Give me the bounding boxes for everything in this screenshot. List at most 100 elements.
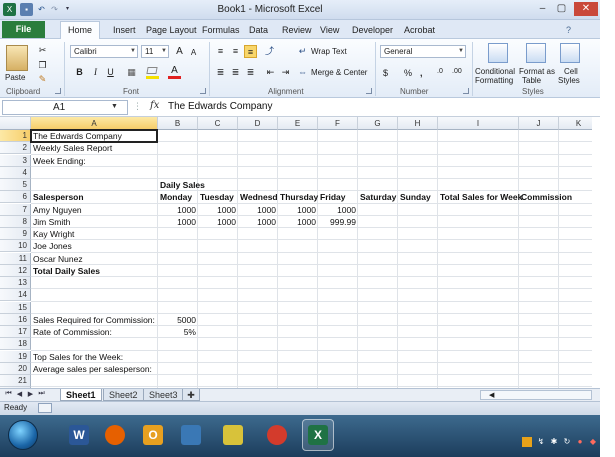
cell-e8[interactable]: 1000 xyxy=(278,216,318,228)
cell-d6[interactable]: Wednesd xyxy=(238,191,280,203)
conditional-formatting-icon[interactable] xyxy=(488,43,508,63)
start-button[interactable] xyxy=(8,420,38,450)
tab-page-layout[interactable]: Page Layout xyxy=(146,23,197,39)
paste-button[interactable]: Paste xyxy=(5,73,25,82)
decrease-indent-icon[interactable]: ⇤ xyxy=(264,66,277,79)
cell-g6[interactable]: Saturday xyxy=(358,191,398,203)
fill-color-icon[interactable] xyxy=(146,66,159,79)
format-as-table-line1[interactable]: Format as xyxy=(519,67,555,76)
cell-b7[interactable]: 1000 xyxy=(158,204,198,216)
cut-icon[interactable]: ✂ xyxy=(36,44,49,57)
tab-review[interactable]: Review xyxy=(282,23,312,39)
row-header-10[interactable]: 10 xyxy=(0,240,31,253)
cell-b6[interactable]: Monday xyxy=(158,191,194,203)
format-painter-icon[interactable]: ✎ xyxy=(36,73,49,86)
font-name-select[interactable]: Calibri ▼ xyxy=(70,45,138,58)
column-header-g[interactable]: G xyxy=(358,117,398,130)
font-size-select[interactable]: 11 ▼ xyxy=(141,45,169,58)
close-button[interactable]: ✕ xyxy=(574,2,598,16)
tab-data[interactable]: Data xyxy=(249,23,268,39)
minimize-button[interactable]: – xyxy=(534,2,551,16)
row-header-11[interactable]: 11 xyxy=(0,252,31,265)
wrap-text-icon[interactable]: ↵ xyxy=(296,45,309,58)
cell-f6[interactable]: Friday xyxy=(318,191,348,203)
help-icon[interactable]: ? xyxy=(566,23,571,39)
grow-font-button[interactable]: A xyxy=(173,45,186,58)
column-header-c[interactable]: C xyxy=(198,117,238,130)
row-header-5[interactable]: 5 xyxy=(0,179,31,191)
row-header-8[interactable]: 8 xyxy=(0,215,31,228)
paste-clipboard-icon[interactable] xyxy=(6,45,28,71)
cell-a12[interactable]: Total Daily Sales xyxy=(31,265,102,277)
column-header-k[interactable]: K xyxy=(559,117,592,130)
row-header-18[interactable]: 18 xyxy=(0,338,31,351)
tab-view[interactable]: View xyxy=(320,23,339,39)
taskbar-word-icon[interactable]: W xyxy=(63,419,95,451)
bold-button[interactable]: B xyxy=(73,66,86,79)
align-left-icon[interactable]: ≣ xyxy=(214,66,227,79)
tab-file[interactable]: File xyxy=(2,21,45,38)
conditional-formatting-line1[interactable]: Conditional xyxy=(475,67,515,76)
security-icon[interactable]: ● xyxy=(575,437,585,447)
number-format-select[interactable]: General ▼ xyxy=(380,45,466,58)
row-header-19[interactable]: 19 xyxy=(0,350,31,363)
row-header-7[interactable]: 7 xyxy=(0,203,31,216)
cell-j6[interactable]: Commission xyxy=(519,191,574,203)
row-header-14[interactable]: 14 xyxy=(0,289,31,302)
scroll-left-icon[interactable]: ◀ xyxy=(489,391,494,399)
italic-button[interactable]: I xyxy=(89,66,102,79)
cell-styles-icon[interactable] xyxy=(560,43,580,63)
borders-icon[interactable]: ▦ xyxy=(125,66,138,79)
merge-center-icon[interactable]: ⇔ xyxy=(296,66,309,79)
sheet-tab-2[interactable]: Sheet2 xyxy=(103,389,144,401)
cell-c7[interactable]: 1000 xyxy=(198,204,238,216)
row-header-20[interactable]: 20 xyxy=(0,362,31,375)
cell-a17[interactable]: Rate of Commission: xyxy=(31,326,114,338)
cell-d8[interactable]: 1000 xyxy=(238,216,278,228)
column-header-f[interactable]: F xyxy=(318,117,358,130)
cell-b5[interactable]: Daily Sales xyxy=(158,179,207,191)
row-header-1[interactable]: 1 xyxy=(0,130,31,142)
row-header-13[interactable]: 13 xyxy=(0,277,31,289)
cell-f8[interactable]: 999.99 xyxy=(318,216,358,228)
cell-i6[interactable]: Total Sales for Week xyxy=(438,191,524,203)
taskbar-pin-app-icon[interactable] xyxy=(217,419,249,451)
comma-style-button[interactable]: , xyxy=(420,68,423,78)
taskbar-firefox-icon[interactable] xyxy=(99,419,131,451)
row-header-17[interactable]: 17 xyxy=(0,326,31,338)
alignment-dialog-launcher-icon[interactable] xyxy=(366,88,372,94)
worksheet-grid[interactable]: A B C D E F G H I J K 1 2 3 4 5 6 7 8 9 10 11 12 13 14 15 16 17 18 19… xyxy=(0,117,592,388)
clipboard-dialog-launcher-icon[interactable] xyxy=(55,88,61,94)
bluetooth-icon[interactable]: ✱ xyxy=(549,437,559,447)
tab-acrobat[interactable]: Acrobat xyxy=(404,23,435,39)
row-header-15[interactable]: 15 xyxy=(0,301,31,314)
shrink-font-button[interactable]: A xyxy=(187,46,200,59)
tab-formulas[interactable]: Formulas xyxy=(202,23,240,39)
cell-a6[interactable]: Salesperson xyxy=(31,191,86,203)
first-sheet-icon[interactable]: ⏮ xyxy=(4,390,13,398)
cell-c8[interactable]: 1000 xyxy=(198,216,238,228)
row-header-21[interactable]: 21 xyxy=(0,375,31,387)
tab-developer[interactable]: Developer xyxy=(352,23,393,39)
cell-a19[interactable]: Top Sales for the Week: xyxy=(31,351,125,363)
insert-function-icon[interactable]: fx xyxy=(150,100,159,111)
align-bottom-icon[interactable]: ≡ xyxy=(244,45,257,58)
cell-f7[interactable]: 1000 xyxy=(318,204,358,216)
cell-e6[interactable]: Thursday xyxy=(278,191,320,203)
orientation-icon[interactable]: ⤴ xyxy=(263,45,276,58)
percent-button[interactable]: % xyxy=(404,68,412,78)
cell-e7[interactable]: 1000 xyxy=(278,204,318,216)
network-icon[interactable]: ↯ xyxy=(536,437,546,447)
macro-record-icon[interactable] xyxy=(38,403,52,413)
cell-a3[interactable]: Week Ending: xyxy=(31,155,88,167)
wrap-text-button[interactable]: Wrap Text xyxy=(311,47,347,56)
cell-a9[interactable]: Kay Wright xyxy=(31,228,76,240)
cell-a16[interactable]: Sales Required for Commission: xyxy=(31,314,157,326)
row-header-6[interactable]: 6 xyxy=(0,191,31,204)
taskbar-excel-icon[interactable]: X xyxy=(302,419,334,451)
column-header-b[interactable]: B xyxy=(158,117,198,130)
tab-home[interactable]: Home xyxy=(60,21,100,40)
tab-insert[interactable]: Insert xyxy=(113,23,136,39)
align-center-icon[interactable]: ≣ xyxy=(229,66,242,79)
row-header-16[interactable]: 16 xyxy=(0,313,31,326)
